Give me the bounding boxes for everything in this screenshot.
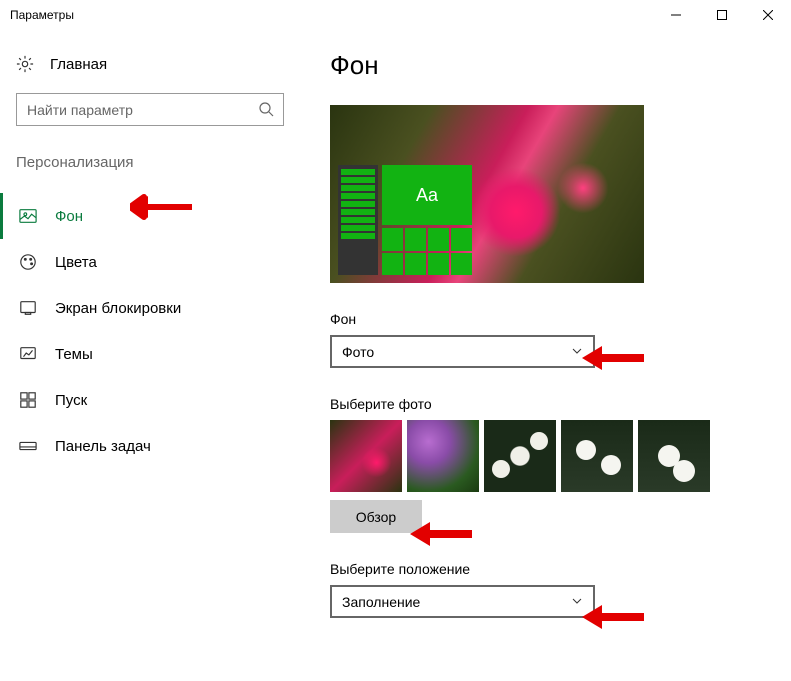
palette-icon <box>19 253 37 271</box>
position-dropdown[interactable]: Заполнение <box>330 585 595 618</box>
home-link[interactable]: Главная <box>0 55 300 73</box>
nav-label: Экран блокировки <box>55 300 181 317</box>
nav-label: Темы <box>55 346 93 363</box>
nav-label: Панель задач <box>55 438 151 455</box>
photo-thumb-1[interactable] <box>330 420 402 492</box>
nav-item-themes[interactable]: Темы <box>0 331 300 377</box>
photo-thumbnails <box>330 420 761 492</box>
nav-label: Цвета <box>55 254 97 271</box>
sidebar: Главная Персонализация Фон Цвета Экр <box>0 30 300 681</box>
window-controls <box>653 0 791 30</box>
annotation-arrow <box>410 520 472 551</box>
background-label: Фон <box>330 311 761 327</box>
preview-sample-text: Aa <box>382 165 472 225</box>
lockscreen-icon <box>19 299 37 317</box>
annotation-arrow <box>130 193 192 224</box>
gear-icon <box>16 55 34 73</box>
choose-photo-label: Выберите фото <box>330 396 761 412</box>
preview-start-menu: Aa <box>338 165 472 275</box>
photo-thumb-5[interactable] <box>638 420 710 492</box>
titlebar: Параметры <box>0 0 791 30</box>
background-type-dropdown[interactable]: Фото <box>330 335 595 368</box>
dropdown-value: Фото <box>342 344 374 360</box>
minimize-button[interactable] <box>653 0 699 30</box>
annotation-arrow <box>582 603 644 634</box>
search-box <box>16 93 284 126</box>
maximize-button[interactable] <box>699 0 745 30</box>
photo-thumb-2[interactable] <box>407 420 479 492</box>
nav-label: Фон <box>55 208 83 225</box>
nav-item-taskbar[interactable]: Панель задач <box>0 423 300 469</box>
browse-button[interactable]: Обзор <box>330 500 422 533</box>
background-preview: Aa <box>330 105 644 283</box>
position-label: Выберите положение <box>330 561 761 577</box>
search-input[interactable] <box>16 93 284 126</box>
dropdown-value: Заполнение <box>342 594 420 610</box>
photo-thumb-3[interactable] <box>484 420 556 492</box>
home-label: Главная <box>50 56 107 73</box>
themes-icon <box>19 345 37 363</box>
annotation-arrow <box>582 344 644 375</box>
photo-thumb-4[interactable] <box>561 420 633 492</box>
start-icon <box>19 391 37 409</box>
nav-item-lockscreen[interactable]: Экран блокировки <box>0 285 300 331</box>
main-content: Фон Aa Фон Фото Выберите фото <box>300 30 791 681</box>
search-icon <box>258 101 274 120</box>
taskbar-icon <box>19 437 37 455</box>
window-title: Параметры <box>10 8 74 22</box>
nav-item-colors[interactable]: Цвета <box>0 239 300 285</box>
close-button[interactable] <box>745 0 791 30</box>
section-title: Персонализация <box>0 154 300 171</box>
nav-item-start[interactable]: Пуск <box>0 377 300 423</box>
nav-label: Пуск <box>55 392 87 409</box>
page-heading: Фон <box>330 50 761 81</box>
picture-icon <box>19 207 37 225</box>
